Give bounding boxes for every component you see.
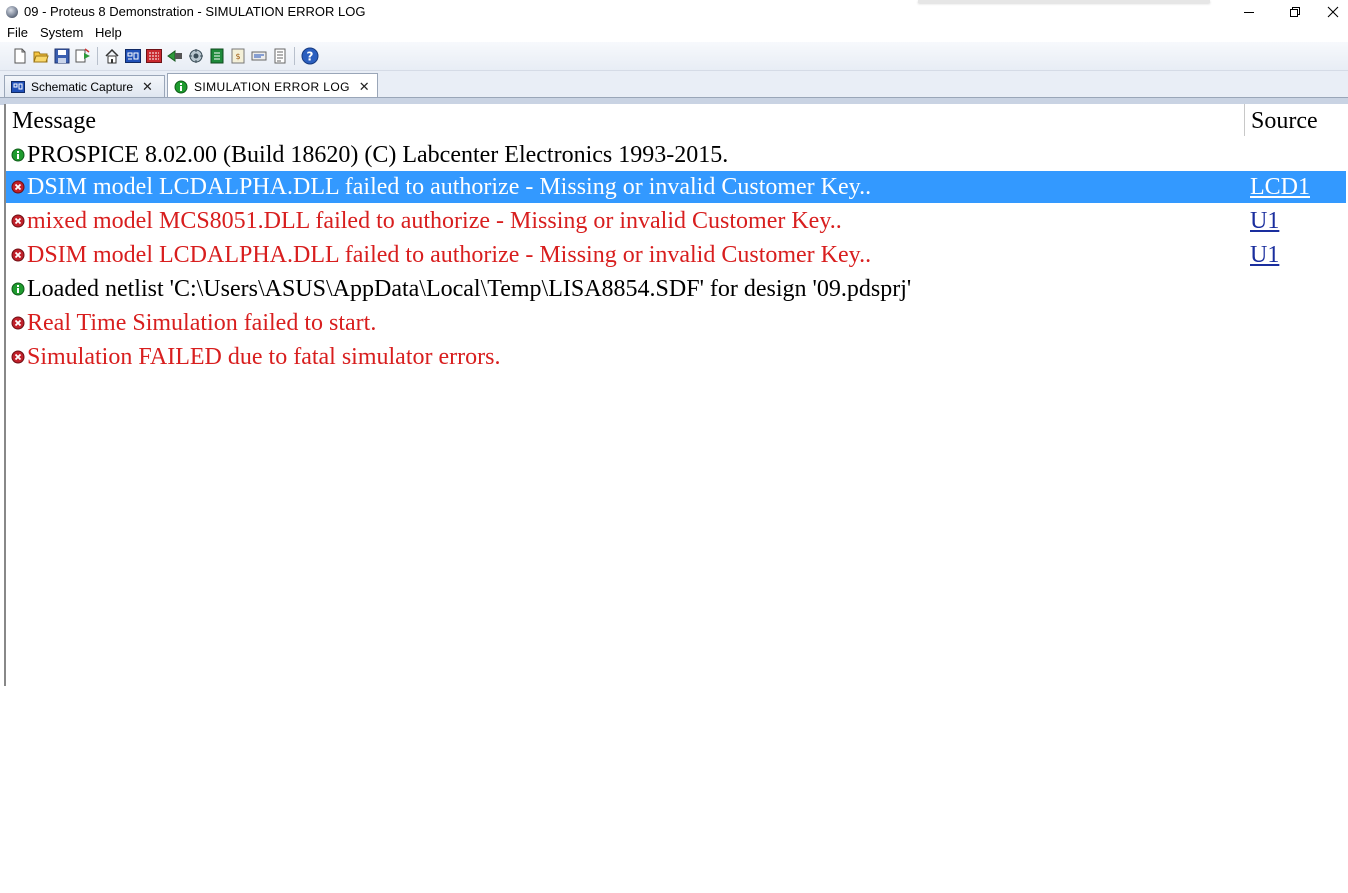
log-row[interactable]: Real Time Simulation failed to start. bbox=[6, 307, 1346, 341]
window-title: 09 - Proteus 8 Demonstration - SIMULATIO… bbox=[24, 4, 366, 19]
error-icon bbox=[11, 180, 25, 194]
schematic-capture-icon[interactable] bbox=[125, 48, 141, 64]
log-row[interactable]: DSIM model LCDALPHA.DLL failed to author… bbox=[6, 171, 1346, 203]
tab-label: Schematic Capture bbox=[31, 80, 134, 94]
menu-file[interactable]: File bbox=[7, 25, 28, 40]
open-folder-icon[interactable] bbox=[33, 48, 49, 64]
proteus-app-icon[interactable] bbox=[6, 6, 18, 18]
error-icon bbox=[11, 350, 25, 364]
minimize-button[interactable] bbox=[1226, 0, 1272, 24]
log-source-link[interactable]: U1 bbox=[1250, 239, 1279, 271]
log-source-link[interactable]: LCD1 bbox=[1250, 171, 1310, 203]
tab-schematic-capture[interactable]: Schematic Capture ✕ bbox=[4, 75, 165, 98]
3d-visualizer-icon[interactable] bbox=[167, 48, 183, 64]
gerber-viewer-icon[interactable] bbox=[188, 48, 204, 64]
bill-of-materials-icon[interactable]: $ bbox=[230, 48, 246, 64]
import-icon[interactable] bbox=[75, 48, 91, 64]
log-row[interactable]: mixed model MCS8051.DLL failed to author… bbox=[6, 205, 1346, 239]
log-message: DSIM model LCDALPHA.DLL failed to author… bbox=[27, 242, 872, 268]
error-icon bbox=[11, 316, 25, 330]
log-row[interactable]: Loaded netlist 'C:\Users\ASUS\AppData\Lo… bbox=[6, 273, 1346, 307]
restore-button[interactable] bbox=[1272, 0, 1318, 24]
pcb-layout-icon[interactable] bbox=[146, 48, 162, 64]
log-message: DSIM model LCDALPHA.DLL failed to author… bbox=[27, 174, 872, 200]
error-icon bbox=[11, 248, 25, 262]
home-icon[interactable] bbox=[104, 48, 120, 64]
svg-text:$: $ bbox=[235, 52, 240, 61]
info-icon bbox=[174, 80, 188, 93]
tab-simulation-error-log[interactable]: SIMULATION ERROR LOG ✕ bbox=[167, 73, 378, 99]
log-message: mixed model MCS8051.DLL failed to author… bbox=[27, 208, 842, 234]
tab-strip: Schematic Capture ✕ SIMULATION ERROR LOG… bbox=[0, 71, 1348, 99]
tab-label: SIMULATION ERROR LOG bbox=[194, 79, 350, 94]
menu-system[interactable]: System bbox=[40, 25, 83, 40]
column-header-source[interactable]: Source bbox=[1251, 108, 1318, 140]
save-icon[interactable] bbox=[54, 48, 70, 64]
source-code-icon[interactable] bbox=[251, 48, 267, 64]
toolbar-separator bbox=[294, 47, 295, 65]
svg-text:?: ? bbox=[307, 50, 314, 64]
tab-close-button[interactable]: ✕ bbox=[359, 79, 370, 95]
design-explorer-icon[interactable] bbox=[209, 48, 225, 64]
restore-icon bbox=[1290, 7, 1300, 17]
log-message: PROSPICE 8.02.00 (Build 18620) (C) Labce… bbox=[27, 142, 729, 168]
log-row[interactable]: PROSPICE 8.02.00 (Build 18620) (C) Labce… bbox=[6, 139, 1346, 173]
menu-help[interactable]: Help bbox=[95, 25, 122, 40]
info-icon bbox=[11, 148, 25, 162]
toolbar: $ ? bbox=[0, 42, 1348, 71]
notes-icon[interactable] bbox=[272, 48, 288, 64]
log-message: Simulation FAILED due to fatal simulator… bbox=[27, 344, 501, 370]
title-bar-overlay bbox=[918, 0, 1210, 3]
close-icon bbox=[1327, 6, 1339, 18]
log-row[interactable]: Simulation FAILED due to fatal simulator… bbox=[6, 341, 1346, 375]
log-message: Loaded netlist 'C:\Users\ASUS\AppData\Lo… bbox=[27, 276, 912, 302]
toolbar-separator bbox=[97, 47, 98, 65]
info-icon bbox=[11, 282, 25, 296]
close-window-button[interactable] bbox=[1318, 0, 1348, 24]
tab-close-button[interactable]: ✕ bbox=[142, 79, 153, 95]
log-message: Real Time Simulation failed to start. bbox=[27, 310, 377, 336]
log-row[interactable]: DSIM model LCDALPHA.DLL failed to author… bbox=[6, 239, 1346, 273]
menu-bar: File System Help bbox=[0, 24, 1348, 42]
error-icon bbox=[11, 214, 25, 228]
schematic-icon bbox=[11, 81, 25, 93]
help-icon[interactable]: ? bbox=[301, 47, 319, 65]
column-header-message[interactable]: Message bbox=[12, 108, 96, 140]
minimize-icon bbox=[1244, 12, 1254, 13]
new-file-icon[interactable] bbox=[12, 48, 28, 64]
simulation-log-panel: Message Source PROSPICE 8.02.00 (Build 1… bbox=[4, 104, 1348, 686]
log-source-link[interactable]: U1 bbox=[1250, 205, 1279, 237]
empty-area bbox=[0, 686, 1348, 893]
column-divider[interactable] bbox=[1244, 104, 1245, 136]
title-bar: 09 - Proteus 8 Demonstration - SIMULATIO… bbox=[0, 0, 1348, 24]
